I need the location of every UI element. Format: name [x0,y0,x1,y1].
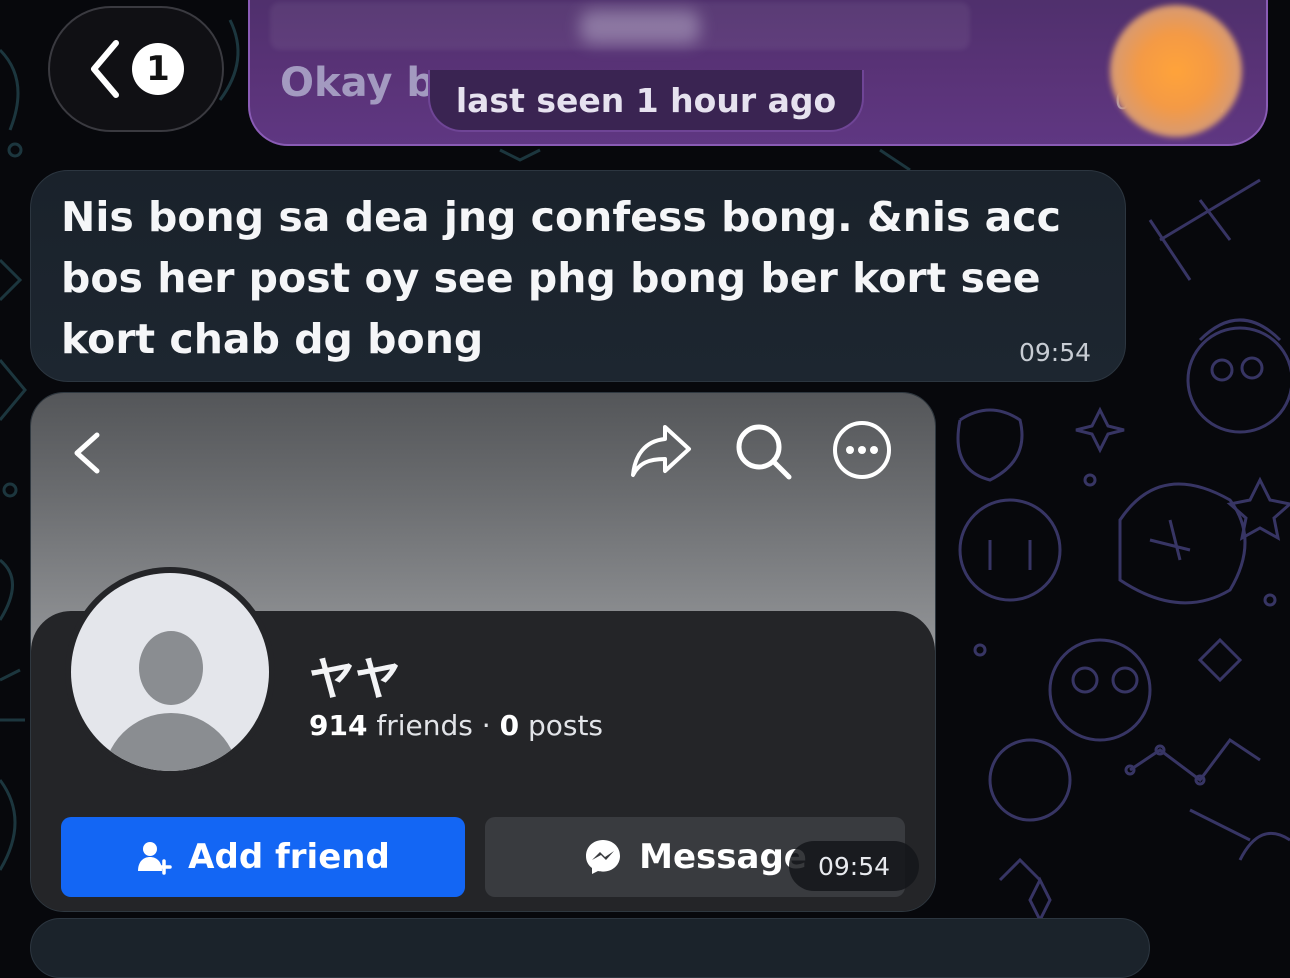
unread-count-badge: 1 [132,43,184,95]
add-friend-label: Add friend [188,837,390,877]
profile-stats: 914 friends · 0 posts [309,709,603,742]
chevron-left-icon [74,432,100,474]
default-avatar-icon [71,573,269,771]
contact-avatar[interactable] [1110,5,1242,137]
stats-separator: · [481,709,491,742]
search-icon [736,424,792,480]
contact-status: last seen 1 hour ago [428,70,864,132]
messenger-icon [586,840,621,874]
profile-avatar [65,567,275,777]
image-message-bubble[interactable]: ヤヤ 914 friends · 0 posts Add friend Mess… [30,392,936,912]
friends-label: friends [376,709,473,742]
back-button[interactable]: 1 [48,6,224,132]
share-icon [631,425,691,477]
message-label: Message [639,837,807,877]
friends-count: 914 [309,709,368,742]
message-text: Nis bong sa dea jng confess bong. &nis a… [61,193,1061,363]
message-time: 09:54 [1018,338,1091,367]
reply-message-text: Okay b [280,60,435,106]
chevron-left-icon [91,40,119,98]
blurred-contact-name [580,10,700,44]
add-friend-button: Add friend [61,817,465,897]
next-message-bubble[interactable] [30,918,1150,978]
image-message-time: 09:54 [789,841,919,891]
more-icon [833,421,891,479]
profile-name: ヤヤ [309,652,401,706]
add-person-icon [138,842,172,875]
posts-label: posts [527,709,604,742]
incoming-message-bubble[interactable]: Nis bong sa dea jng confess bong. &nis a… [30,170,1126,382]
posts-count: 0 [499,709,520,742]
